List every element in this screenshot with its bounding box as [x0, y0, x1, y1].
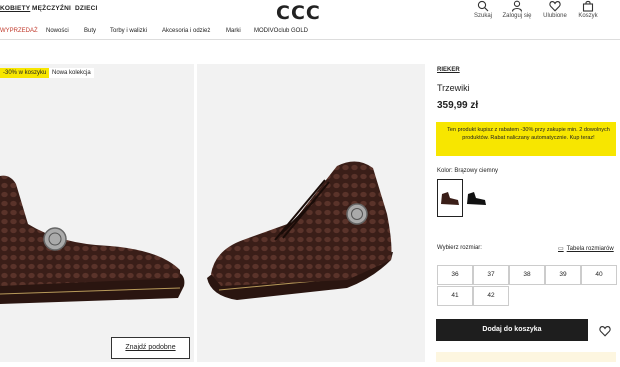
promo-banner: Ten produkt kupisz z rabatem -30% przy z… [436, 122, 616, 156]
size-option[interactable]: 42 [473, 286, 509, 306]
nav-item-accessories[interactable]: Akcesoria i odzież [162, 28, 210, 34]
size-option[interactable]: 40 [581, 265, 617, 285]
ccc-logo[interactable]: CCC [276, 2, 321, 24]
product-image-side[interactable]: -30% w koszyku Nowa kolekcja [0, 64, 194, 362]
tab-mezczyzni[interactable]: MĘŻCZYŹNI [32, 5, 71, 12]
product-image-angle[interactable] [197, 64, 425, 362]
user-icon [511, 0, 523, 12]
find-similar-button[interactable]: Znajdź podobne [111, 337, 190, 359]
tab-kobiety[interactable]: KOBIETY [0, 5, 30, 12]
brand-link[interactable]: RIEKER [437, 67, 460, 73]
nav-item-sale[interactable]: WYPRZEDAŻ [0, 28, 38, 34]
heart-icon [549, 1, 561, 12]
product-name: Trzewiki [437, 83, 470, 93]
cart-label: Koszyk [578, 13, 598, 19]
discount-badge: -30% w koszyku [0, 68, 50, 78]
nav-item-shoes[interactable]: Buty [84, 28, 96, 34]
size-option[interactable]: 38 [509, 265, 545, 285]
size-option[interactable]: 39 [545, 265, 581, 285]
size-label: Wybierz rozmiar: [437, 245, 482, 251]
info-strip [436, 352, 616, 362]
tab-dzieci[interactable]: DZIECI [75, 5, 98, 12]
add-to-cart-button[interactable]: Dodaj do koszyka [436, 319, 588, 341]
boot-angle-image [207, 161, 393, 300]
color-label: Kolor: Brązowy ciemny [437, 168, 499, 174]
nav-item-bags[interactable]: Torby i walizki [110, 28, 147, 34]
nav-item-modivo-club[interactable]: MODIVOclub GOLD [254, 28, 308, 34]
color-swatch-selected[interactable] [437, 179, 463, 217]
bag-icon [582, 0, 594, 12]
boot-side-image [0, 175, 185, 304]
cart-button[interactable]: Koszyk [566, 0, 610, 19]
product-price: 359,99 zł [437, 100, 479, 111]
nav-item-brands[interactable]: Marki [226, 28, 241, 34]
search-icon [477, 0, 489, 12]
add-to-favorites-button[interactable] [599, 324, 611, 342]
size-option[interactable]: 41 [437, 286, 473, 306]
size-table-label: Tabela rozmiarów [566, 246, 614, 252]
heart-icon [599, 326, 611, 337]
nav-item-new[interactable]: Nowości [46, 28, 69, 34]
top-bar: KOBIETY MĘŻCZYŹNI DZIECI CCC Szukaj Zalo… [0, 0, 620, 24]
color-swatch-black[interactable] [464, 179, 490, 217]
boot-thumbnail [438, 180, 462, 216]
boot-thumbnail-alt [464, 179, 490, 217]
size-table-link[interactable]: ▭ Tabela rozmiarów [558, 245, 614, 252]
new-collection-badge: Nowa kolekcja [49, 68, 94, 78]
size-option[interactable]: 36 [437, 265, 473, 285]
ruler-icon: ▭ [558, 246, 564, 252]
category-nav: WYPRZEDAŻ Nowości Buty Torby i walizki A… [0, 24, 620, 40]
size-option[interactable]: 37 [473, 265, 509, 285]
